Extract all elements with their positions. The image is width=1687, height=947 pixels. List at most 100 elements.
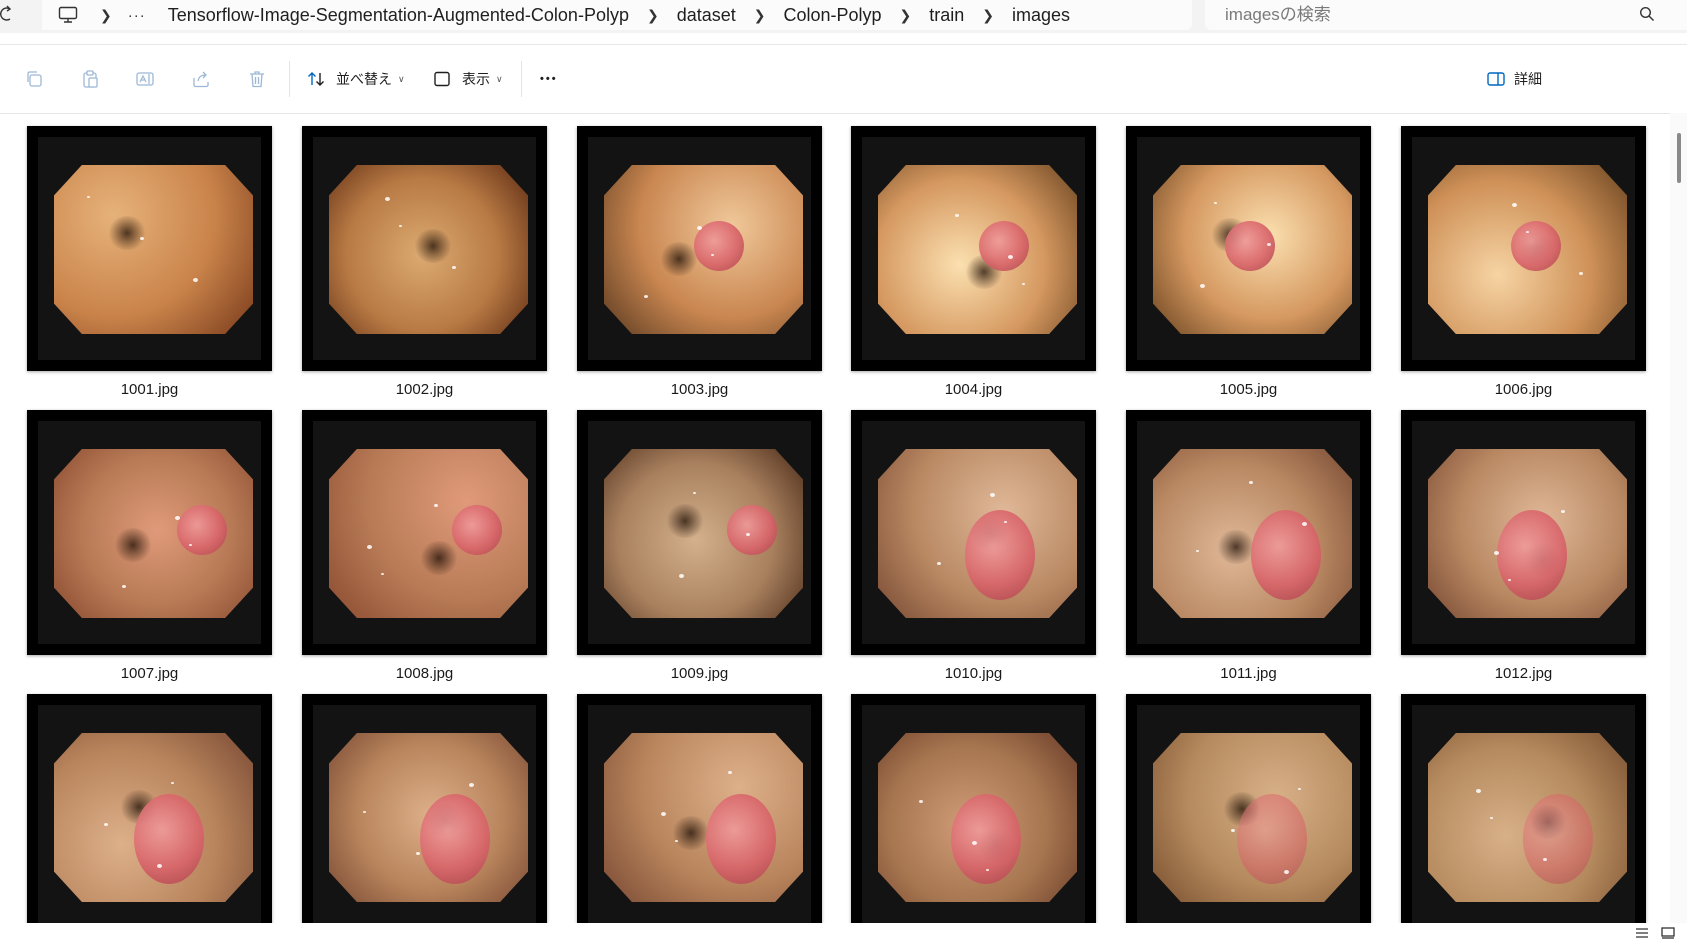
file-name: 1003.jpg [670,381,729,398]
file-name: 1009.jpg [670,665,729,682]
specular-highlight [1214,202,1217,204]
specular-highlight [385,197,390,201]
file-tile[interactable] [27,694,272,923]
details-pane-button[interactable]: 詳細 [1484,65,1542,93]
details-view-icon[interactable] [1633,925,1651,941]
image-thumbnail [302,126,547,371]
paste-button[interactable] [78,65,102,93]
file-name: 1006.jpg [1494,381,1553,398]
polyp-region [965,510,1035,600]
file-tile[interactable] [851,694,1096,923]
specular-highlight [937,562,941,565]
file-name: 1002.jpg [395,381,454,398]
sort-icon [304,67,328,91]
toolbar-divider [289,61,290,97]
share-button[interactable] [189,65,213,93]
specular-highlight [1494,551,1499,555]
breadcrumb-item[interactable]: Tensorflow-Image-Segmentation-Augmented-… [156,5,641,26]
file-tile[interactable]: 1005.jpg [1126,126,1371,398]
file-tile[interactable]: 1009.jpg [577,410,822,682]
specular-highlight [1490,817,1493,819]
file-name: 1005.jpg [1219,381,1278,398]
breadcrumb[interactable]: ❯ ··· Tensorflow-Image-Segmentation-Augm… [42,0,1192,30]
specular-highlight [367,545,372,549]
vertical-scrollbar[interactable] [1670,113,1687,923]
specular-highlight [697,226,702,230]
breadcrumb-item[interactable]: Colon-Polyp [771,5,893,26]
file-tile[interactable] [1401,694,1646,923]
image-thumbnail [1126,126,1371,371]
breadcrumb-overflow[interactable]: ··· [118,7,156,24]
image-thumbnail [1401,410,1646,655]
view-button[interactable]: 表示 ∨ [430,65,503,93]
command-bar: 並べ替え ∨ 表示 ∨ ••• 詳細 [0,44,1687,114]
file-tile[interactable]: 1007.jpg [27,410,272,682]
lumen-shadow [1216,530,1256,564]
endoscopy-image [878,165,1077,334]
file-tile[interactable] [1126,694,1371,923]
image-thumbnail [851,126,1096,371]
image-thumbnail [1401,694,1646,923]
address-bar-row: ❯ ··· Tensorflow-Image-Segmentation-Augm… [0,0,1687,33]
file-tile[interactable]: 1008.jpg [302,410,547,682]
file-tile[interactable]: 1001.jpg [27,126,272,398]
search-input[interactable] [1223,4,1647,26]
specular-highlight [416,852,420,855]
specular-highlight [1267,243,1271,246]
delete-button[interactable] [245,65,269,93]
specular-highlight [434,504,438,507]
file-name: 1007.jpg [120,665,179,682]
sort-button[interactable]: 並べ替え ∨ [304,65,405,93]
large-icons-view-icon[interactable] [1659,925,1677,941]
polyp-region [727,505,777,555]
specular-highlight [171,782,174,784]
more-options-button[interactable]: ••• [540,65,558,93]
search-icon[interactable] [1639,6,1655,22]
image-thumbnail [577,694,822,923]
polyp-region [979,221,1029,271]
image-thumbnail [27,694,272,923]
image-thumbnail [27,126,272,371]
endoscopy-image [54,165,253,334]
file-tile[interactable]: 1011.jpg [1126,410,1371,682]
lumen-shadow [107,216,147,250]
breadcrumb-item-current[interactable]: images [1000,5,1082,26]
this-pc-icon[interactable] [56,0,80,30]
specular-highlight [661,812,666,816]
file-tile[interactable]: 1003.jpg [577,126,822,398]
refresh-icon[interactable] [0,4,16,24]
lumen-shadow [113,528,153,562]
scrollbar-thumb[interactable] [1677,133,1681,183]
file-tile[interactable]: 1012.jpg [1401,410,1646,682]
polyp-region [1225,221,1275,271]
file-tile[interactable] [302,694,547,923]
specular-highlight [1512,203,1517,207]
chevron-right-icon[interactable]: ❯ [641,7,665,24]
search-box[interactable] [1205,0,1687,30]
file-tile[interactable] [577,694,822,923]
specular-highlight [381,573,384,575]
specular-highlight [986,869,989,871]
specular-highlight [1526,231,1529,233]
polyp-region [1251,510,1321,600]
file-tile[interactable]: 1002.jpg [302,126,547,398]
copy-icon [22,67,46,91]
breadcrumb-item[interactable]: train [917,5,976,26]
specular-highlight [104,823,108,826]
chevron-right-icon[interactable]: ❯ [748,7,772,24]
rename-icon [133,67,157,91]
chevron-right-icon[interactable]: ❯ [976,7,1000,24]
copy-button[interactable] [22,65,46,93]
file-name: 1011.jpg [1220,665,1277,682]
specular-highlight [363,811,366,813]
chevron-right-icon[interactable]: ❯ [94,7,118,24]
chevron-right-icon[interactable]: ❯ [894,7,918,24]
polyp-region [452,505,502,555]
file-tile[interactable]: 1004.jpg [851,126,1096,398]
file-tile[interactable]: 1006.jpg [1401,126,1646,398]
lumen-shadow [671,816,711,850]
specular-highlight [140,237,144,240]
breadcrumb-item[interactable]: dataset [665,5,748,26]
file-tile[interactable]: 1010.jpg [851,410,1096,682]
rename-button[interactable] [133,65,157,93]
